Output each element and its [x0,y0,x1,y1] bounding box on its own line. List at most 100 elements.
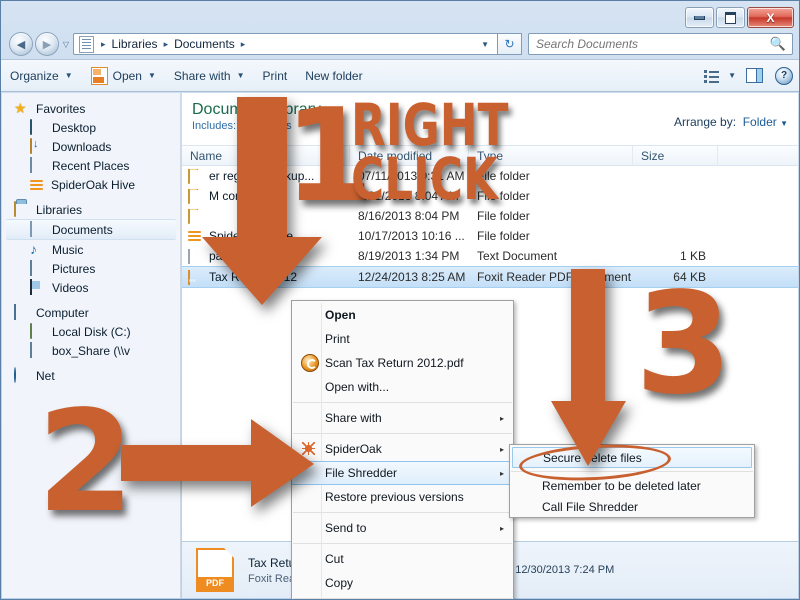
sidebar-item-desktop[interactable]: Desktop [2,118,180,137]
column-label-name: Name [190,149,223,163]
share-with-label: Share with [173,68,231,83]
pdf-icon [90,66,108,85]
column-header-name[interactable]: Name ▲ [182,146,350,165]
new-folder-button[interactable]: New folder [296,63,371,88]
toolbar-right-group: ▼ ? [704,66,799,85]
menu-item-remember-to-be-deleted-later[interactable]: Remember to be deleted later [510,475,754,496]
spideroak-hive-icon [188,229,204,244]
open-button[interactable]: Open ▼ [82,63,165,88]
organize-button[interactable]: Organize ▼ [1,63,82,88]
search-box[interactable]: 🔍 [528,33,793,55]
menu-item-share-with[interactable]: Share with ▸ [292,406,513,430]
back-button[interactable]: ◀ [9,32,33,56]
sidebar-item-local-disk[interactable]: Local Disk (C:) [2,322,180,341]
open-label: Open [112,68,142,83]
table-row[interactable]: 8/16/2013 8:04 PM File folder [182,206,798,226]
menu-item-copy[interactable]: Copy [292,571,513,595]
breadcrumb-bar[interactable]: ▸ Libraries ▸ Documents ▸ ▼ [73,33,498,55]
sidebar-item-downloads[interactable]: Downloads [2,137,180,156]
sidebar-item-recent-places[interactable]: Recent Places [2,156,180,175]
breadcrumb-libraries[interactable]: Libraries [110,37,160,51]
close-button[interactable]: X [747,7,794,28]
forward-button[interactable]: ▶ [35,32,59,56]
videos-icon [30,278,46,296]
context-menu[interactable]: Open Print Scan Tax Return 2012.pdf Open… [291,300,514,599]
menu-item-print[interactable]: Print [292,327,513,351]
file-shredder-submenu[interactable]: Secure delete files Remember to be delet… [509,444,755,518]
share-with-button[interactable]: Share with ▼ [165,63,254,88]
sidebar-label-pictures: Pictures [52,261,96,276]
maximize-button[interactable] [716,7,745,28]
file-type-cell: File folder [477,229,530,243]
menu-item-file-shredder[interactable]: File Shredder ▸ [292,461,513,485]
print-label: Print [262,68,288,83]
preview-pane-icon[interactable] [746,68,763,83]
minimize-button[interactable] [685,7,714,28]
sidebar-item-videos[interactable]: Videos [2,278,180,297]
menu-item-scan[interactable]: Scan Tax Return 2012.pdf [292,351,513,375]
arrange-by-control[interactable]: Arrange by: Folder ▼ [674,115,788,129]
sidebar-item-spideroak-hive[interactable]: SpiderOak Hive [2,175,180,194]
menu-separator [293,402,512,403]
address-dropdown-icon[interactable]: ▼ [481,40,497,49]
downloads-icon [30,137,46,155]
pdf-icon [196,548,234,592]
view-chevron-down-icon[interactable]: ▼ [728,71,736,80]
menu-label-file-shredder: File Shredder [325,466,398,480]
column-header-date-modified[interactable]: Date modified [350,146,469,165]
breadcrumb-documents[interactable]: Documents [172,37,237,51]
text-document-icon [188,248,204,264]
sidebar-label-libraries: Libraries [36,202,83,217]
sidebar-label-network: Net [36,368,55,383]
search-icon[interactable]: 🔍 [764,36,792,52]
change-view-icon[interactable] [704,69,720,83]
file-type-cell: File folder [477,189,530,203]
menu-item-call-file-shredder[interactable]: Call File Shredder [510,496,754,517]
table-row-selected[interactable]: Tax Return 2012 12/24/2013 8:25 AM Foxit… [182,266,798,288]
navigation-pane[interactable]: ★ Favorites Desktop Downloads Recent Pla… [2,93,181,598]
help-icon[interactable]: ? [775,66,793,85]
sidebar-item-computer[interactable]: Computer [2,303,180,322]
table-row[interactable]: SpiderOak Hive 10/17/2013 10:16 ... File… [182,226,798,246]
file-date-cell: 8/16/2013 8:04 PM [358,209,460,223]
sidebar-item-favorites[interactable]: ★ Favorites [2,99,180,118]
menu-item-open[interactable]: Open [292,303,513,327]
chevron-right-icon: ▸ [499,444,504,454]
file-type-cell: File folder [477,169,530,183]
print-button[interactable]: Print [254,63,297,88]
chevron-right-icon: ▸ [499,468,504,478]
search-input[interactable] [529,36,764,52]
title-bar: X [1,1,799,29]
menu-item-cut[interactable]: Cut [292,547,513,571]
column-header-size[interactable]: Size [633,146,718,165]
sidebar-item-documents[interactable]: Documents [6,219,176,240]
menu-item-secure-delete-files[interactable]: Secure delete files [512,447,752,468]
recent-pages-dropdown[interactable]: ▽ [59,40,73,49]
maximize-icon [725,11,736,24]
breadcrumb-separator-2[interactable]: ▸ [237,39,250,50]
breadcrumb-separator-0: ▸ [101,38,106,49]
menu-label-call-file-shredder: Call File Shredder [542,499,639,514]
refresh-button[interactable]: ↻ [498,33,522,55]
table-row[interactable]: er registry backup... 07/11/2013 9:31 AM… [182,166,798,186]
sidebar-item-network[interactable]: Net [2,366,180,385]
file-type-cell: Foxit Reader PDF Document [477,270,632,284]
sort-ascending-icon: ▲ [260,152,268,161]
menu-item-spideroak[interactable]: SpiderOak ▸ [292,437,513,461]
column-header-type[interactable]: Type [469,146,633,165]
file-name-cell: SpiderOak Hive [182,229,350,244]
menu-item-restore-previous-versions[interactable]: Restore previous versions [292,485,513,509]
sidebar-item-music[interactable]: ♪ Music [2,240,180,259]
spideroak-icon [301,441,317,457]
menu-item-send-to[interactable]: Send to ▸ [292,516,513,540]
nav-group-favorites: ★ Favorites Desktop Downloads Recent Pla… [2,99,180,194]
sidebar-label-desktop: Desktop [52,120,97,135]
menu-item-open-with[interactable]: Open with... [292,375,513,399]
sidebar-item-pictures[interactable]: Pictures [2,259,180,278]
sidebar-item-libraries[interactable]: Libraries [2,200,180,219]
table-row[interactable]: passwords 8/19/2013 1:34 PM Text Documen… [182,246,798,266]
sidebar-item-box-share[interactable]: box_Share (\\v [2,341,180,360]
disk-icon [30,322,46,340]
table-row[interactable]: M cords 8/21/2013 8:04 AM File folder [182,186,798,206]
nav-group-libraries: Libraries Documents ♪ Music Pictures Vid… [2,200,180,297]
